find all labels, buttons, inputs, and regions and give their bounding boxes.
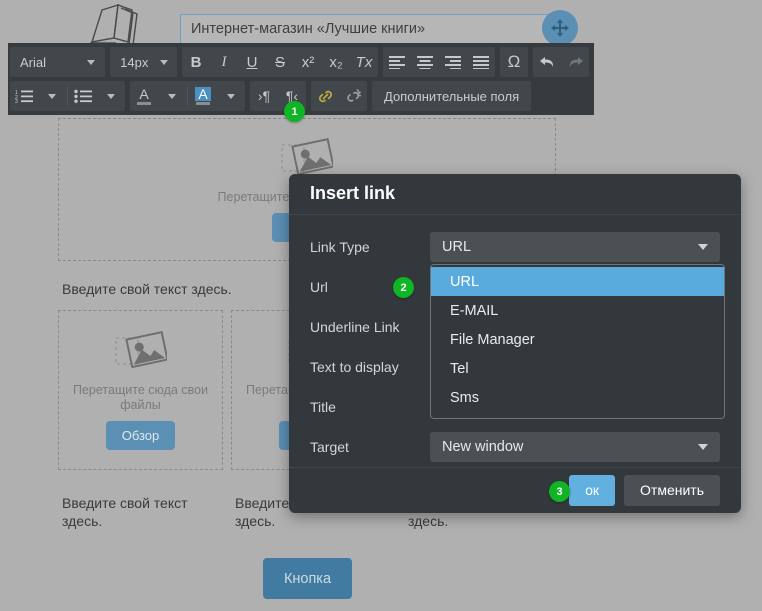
dialog-header: Insert link (289, 174, 741, 215)
target-select[interactable]: New window (430, 431, 720, 462)
special-character-button[interactable]: Ω (500, 47, 528, 77)
alignment-group (383, 47, 495, 77)
special-char-group: Ω (500, 47, 528, 77)
link-type-select[interactable]: URL (430, 231, 720, 262)
book-logo-icon (90, 4, 138, 48)
field-label-target: Target (310, 438, 349, 455)
chevron-down-icon (47, 93, 56, 99)
field-label-text-to-display: Text to display (310, 358, 399, 375)
background-color-button[interactable]: A (189, 81, 217, 111)
underline-button[interactable]: U (238, 47, 266, 77)
italic-button[interactable]: I (210, 47, 238, 77)
svg-text:3: 3 (15, 99, 18, 103)
step-badge-3: 3 (549, 481, 570, 502)
dropdown-option-file-manager[interactable]: File Manager (431, 325, 724, 354)
cta-button[interactable]: Кнопка (263, 558, 352, 599)
list-group: 123 (10, 81, 125, 111)
dropdown-option-sms[interactable]: Sms (431, 383, 724, 412)
site-title-field-wrapper (180, 14, 552, 44)
field-label-link-type: Link Type (310, 238, 370, 255)
image-placeholder-icon (115, 331, 167, 369)
cancel-button[interactable]: Отменить (624, 474, 720, 506)
drop-area-label: Перетащите сюда свои файлы (73, 383, 208, 412)
redo-icon[interactable] (561, 47, 589, 77)
align-justify-icon[interactable] (467, 47, 495, 77)
superscript-button[interactable]: x² (294, 47, 322, 77)
background-color-dropdown[interactable] (217, 81, 245, 111)
toolbar-row-1: Arial 14px B I U S x² x₂ Tx Ω (8, 45, 594, 79)
chevron-down-icon (226, 93, 235, 99)
strikethrough-button[interactable]: S (266, 47, 294, 77)
move-arrows-icon[interactable] (542, 10, 578, 46)
chevron-down-icon (698, 443, 708, 450)
numbered-list-dropdown[interactable] (38, 81, 66, 111)
numbered-list-icon[interactable]: 123 (10, 81, 38, 111)
ltr-direction-button[interactable]: ›¶ (250, 81, 278, 111)
image-drop-area-col1[interactable]: Перетащите сюда свои файлы Обзор (58, 310, 223, 470)
field-label-title: Title (310, 398, 336, 415)
link-group (311, 81, 367, 111)
chevron-down-icon (106, 93, 115, 99)
dropdown-option-email[interactable]: E-MAIL (431, 296, 724, 325)
chevron-down-icon (698, 243, 708, 250)
extra-fields-button[interactable]: Дополнительные поля (372, 81, 532, 111)
step-badge-1: 1 (284, 101, 305, 122)
text-color-dropdown[interactable] (158, 81, 186, 111)
insert-link-icon[interactable] (311, 81, 339, 111)
dropdown-option-tel[interactable]: Tel (431, 354, 724, 383)
text-style-group: B I U S x² x₂ Tx (182, 47, 378, 77)
font-size-select[interactable]: 14px (110, 47, 177, 77)
form-row-link-type: Link Type URL (310, 227, 720, 267)
remove-format-button[interactable]: Tx (350, 47, 378, 77)
color-group: A A (130, 81, 245, 111)
chevron-down-icon (167, 93, 176, 99)
step-badge-2: 2 (393, 277, 414, 298)
bold-button[interactable]: B (182, 47, 210, 77)
font-family-select[interactable]: Arial (10, 47, 106, 77)
browse-button[interactable]: Обзор (105, 420, 176, 450)
chevron-down-icon (160, 59, 168, 65)
dialog-title: Insert link (310, 183, 396, 204)
editable-text-col1[interactable]: Введите свой текст здесь. (62, 494, 212, 531)
target-value: New window (442, 438, 524, 455)
undo-icon[interactable] (533, 47, 561, 77)
link-type-value: URL (442, 238, 472, 255)
unlink-icon[interactable] (339, 81, 367, 111)
align-right-icon[interactable] (439, 47, 467, 77)
dropdown-option-url[interactable]: URL (431, 267, 724, 296)
bullet-list-dropdown[interactable] (97, 81, 125, 111)
field-label-underline-link: Underline Link (310, 318, 400, 335)
align-center-icon[interactable] (411, 47, 439, 77)
divider (67, 85, 68, 107)
dialog-footer: ок Отменить (289, 466, 741, 513)
link-type-dropdown-list: URL E-MAIL File Manager Tel Sms (430, 264, 725, 419)
align-left-icon[interactable] (383, 47, 411, 77)
editable-text-top[interactable]: Введите свой текст здесь. (62, 280, 232, 298)
subscript-button[interactable]: x₂ (322, 47, 350, 77)
text-color-button[interactable]: A (130, 81, 158, 111)
chevron-down-icon (87, 59, 96, 65)
ok-button[interactable]: ок (569, 474, 616, 506)
history-group (533, 47, 589, 77)
site-title-input[interactable] (180, 14, 552, 44)
bullet-list-icon[interactable] (69, 81, 97, 111)
form-row-target: Target New window (310, 427, 720, 467)
divider (187, 85, 188, 107)
